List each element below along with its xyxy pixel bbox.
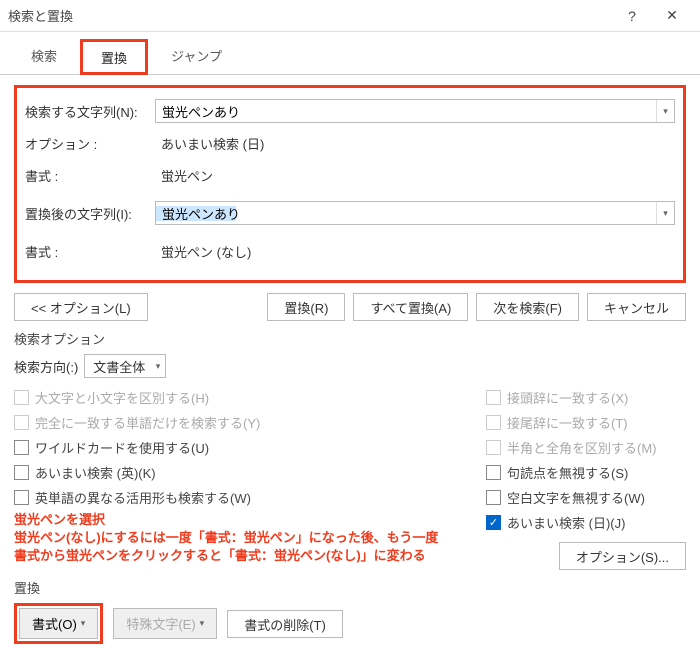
cancel-button[interactable]: キャンセル xyxy=(587,293,686,321)
chevron-down-icon[interactable]: ▾ xyxy=(656,100,674,122)
find-replace-group: 検索する文字列(N): ▾ オプション : あいまい検索 (日) 書式 : 蛍光… xyxy=(14,85,686,283)
chevron-down-icon: ▾ xyxy=(200,618,205,629)
check-whole: 完全に一致する単語だけを検索する(Y) xyxy=(14,413,486,432)
clear-format-button[interactable]: 書式の削除(T) xyxy=(227,610,343,638)
options-toggle-button[interactable]: << オプション(L) xyxy=(14,293,148,321)
check-word-forms[interactable]: 英単語の異なる活用形も検索する(W) xyxy=(14,488,486,507)
check-wildcard[interactable]: ワイルドカードを使用する(U) xyxy=(14,438,486,457)
search-options-heading: 検索オプション xyxy=(14,329,686,348)
replace-format-label: 書式 : xyxy=(25,242,155,261)
direction-value: 文書全体 xyxy=(93,357,145,376)
check-prefix: 接頭辞に一致する(X) xyxy=(486,388,686,407)
chevron-down-icon: ▾ xyxy=(81,618,86,629)
window-title: 検索と置換 xyxy=(8,6,612,25)
find-input[interactable] xyxy=(156,104,656,119)
check-fuzzy-jp[interactable]: ✓あいまい検索 (日)(J) xyxy=(486,513,686,532)
check-width: 半角と全角を区別する(M) xyxy=(486,438,686,457)
find-label: 検索する文字列(N): xyxy=(25,102,155,121)
find-format-value: 蛍光ペン xyxy=(155,166,213,185)
annotation: 蛍光ペンを選択 蛍光ペン(なし)にするには一度「書式：蛍光ペン」になった後、もう… xyxy=(14,511,486,566)
direction-select[interactable]: 文書全体 ▾ xyxy=(84,354,166,378)
action-button-row: << オプション(L) 置換(R) すべて置換(A) 次を検索(F) キャンセル xyxy=(14,293,686,321)
replace-button[interactable]: 置換(R) xyxy=(267,293,345,321)
format-button[interactable]: 書式(O) ▾ xyxy=(19,608,98,639)
content-area: 検索する文字列(N): ▾ オプション : あいまい検索 (日) 書式 : 蛍光… xyxy=(0,75,700,658)
tab-jump[interactable]: ジャンプ xyxy=(152,39,241,75)
direction-label: 検索方向(:) xyxy=(14,357,78,376)
replace-combo[interactable]: ▾ xyxy=(155,201,675,225)
find-options-value: あいまい検索 (日) xyxy=(155,134,264,153)
check-suffix: 接尾辞に一致する(T) xyxy=(486,413,686,432)
titlebar: 検索と置換 ? ✕ xyxy=(0,0,700,32)
find-format-label: 書式 : xyxy=(25,166,155,185)
replace-all-button[interactable]: すべて置換(A) xyxy=(353,293,468,321)
check-fuzzy-en[interactable]: あいまい検索 (英)(K) xyxy=(14,463,486,482)
replace-label: 置換後の文字列(I): xyxy=(25,204,155,223)
chevron-down-icon[interactable]: ▾ xyxy=(656,202,674,224)
special-chars-button[interactable]: 特殊文字(E) ▾ xyxy=(113,608,217,639)
close-button[interactable]: ✕ xyxy=(652,2,692,30)
replace-format-value: 蛍光ペン (なし) xyxy=(155,242,251,261)
check-space[interactable]: 空白文字を無視する(W) xyxy=(486,488,686,507)
find-combo[interactable]: ▾ xyxy=(155,99,675,123)
check-punct[interactable]: 句読点を無視する(S) xyxy=(486,463,686,482)
replace-input[interactable] xyxy=(156,206,656,221)
tab-search[interactable]: 検索 xyxy=(12,39,76,75)
fuzzy-options-button[interactable]: オプション(S)... xyxy=(559,542,686,570)
tabstrip: 検索 置換 ジャンプ xyxy=(0,32,700,75)
tab-replace[interactable]: 置換 xyxy=(80,39,148,75)
check-case: 大文字と小文字を区別する(H) xyxy=(14,388,486,407)
replace-section-heading: 置換 xyxy=(14,578,686,597)
find-next-button[interactable]: 次を検索(F) xyxy=(476,293,579,321)
find-options-label: オプション : xyxy=(25,134,155,153)
chevron-down-icon: ▾ xyxy=(156,361,161,372)
help-button[interactable]: ? xyxy=(612,2,652,30)
